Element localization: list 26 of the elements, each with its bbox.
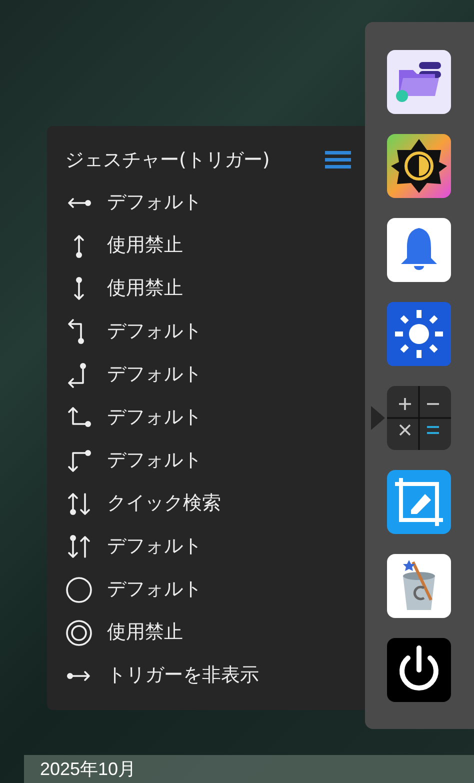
menu-item[interactable]: デフォルト xyxy=(107,580,202,599)
trash-can-icon[interactable] xyxy=(387,554,451,618)
brightness-icon[interactable] xyxy=(387,302,451,366)
calculator-icon[interactable] xyxy=(387,386,451,450)
double-circle-icon xyxy=(65,618,93,646)
power-icon[interactable] xyxy=(387,638,451,702)
menu-item[interactable]: 使用禁止 xyxy=(107,623,183,642)
date-text: 2025年10月 xyxy=(40,760,136,778)
menu-item[interactable]: クイック検索 xyxy=(107,494,221,513)
circle-icon xyxy=(65,576,93,604)
menu-item[interactable]: デフォルト xyxy=(107,537,202,556)
menu-title: ジェスチャー(トリガー) xyxy=(65,150,270,170)
menu-icon[interactable] xyxy=(325,151,351,169)
bell-icon[interactable] xyxy=(387,218,451,282)
menu-item[interactable]: 使用禁止 xyxy=(107,236,183,255)
swipe-down-up-icon xyxy=(65,532,93,560)
crop-edit-icon[interactable] xyxy=(387,470,451,534)
menu-item[interactable]: デフォルト xyxy=(107,365,202,384)
menu-item[interactable]: トリガーを非表示 xyxy=(107,666,259,685)
menu-item[interactable]: デフォルト xyxy=(107,322,202,341)
menu-item[interactable]: デフォルト xyxy=(107,451,202,470)
contrast-icon[interactable] xyxy=(387,134,451,198)
menu-item[interactable]: 使用禁止 xyxy=(107,279,183,298)
password-folder-icon[interactable] xyxy=(387,50,451,114)
menu-item[interactable]: デフォルト xyxy=(107,193,202,212)
menu-item[interactable]: デフォルト xyxy=(107,408,202,427)
